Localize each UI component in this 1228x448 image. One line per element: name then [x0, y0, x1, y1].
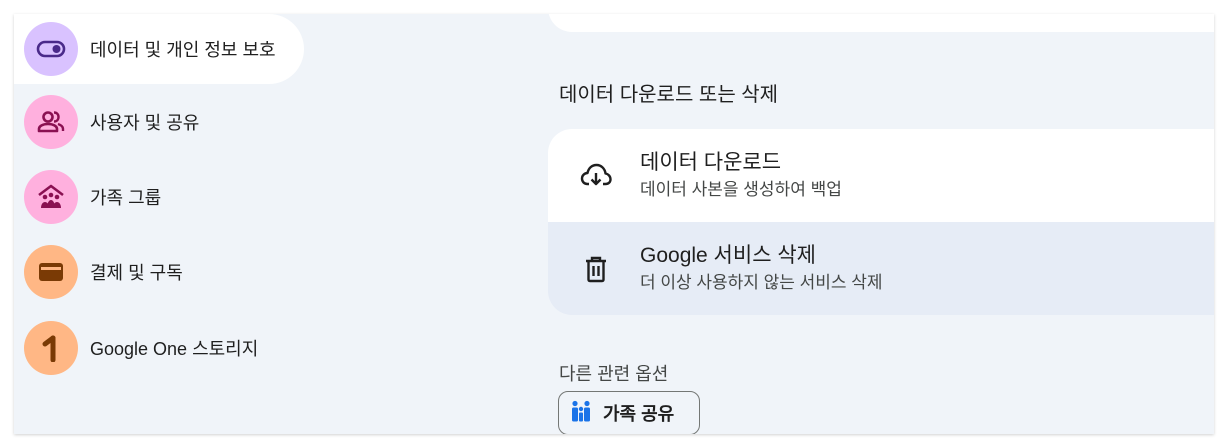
wallet-icon — [24, 245, 78, 299]
sidebar-item-data-privacy[interactable]: 데이터 및 개인 정보 보호 — [14, 14, 304, 84]
related-options-title: 다른 관련 옵션 — [559, 364, 669, 384]
sidebar-item-label: 가족 그룹 — [90, 188, 162, 208]
delete-service-card[interactable]: Google 서비스 삭제 더 이상 사용하지 않는 서비스 삭제 — [548, 222, 1214, 315]
sidebar-item-label: 결제 및 구독 — [90, 263, 183, 283]
sidebar-item-label: Google One 스토리지 — [90, 339, 259, 359]
section-title: 데이터 다운로드 또는 삭제 — [559, 84, 779, 106]
google-one-icon — [24, 321, 78, 375]
chip-label: 가족 공유 — [603, 404, 675, 424]
cloud-download-icon — [578, 158, 614, 194]
family-home-icon — [24, 170, 78, 224]
download-data-card[interactable]: 데이터 다운로드 데이터 사본을 생성하여 백업 — [548, 129, 1214, 222]
sidebar-item-people-sharing[interactable]: 사용자 및 공유 — [14, 87, 199, 157]
family-icon — [569, 400, 593, 427]
sidebar-item-payments-subscriptions[interactable]: 결제 및 구독 — [14, 237, 183, 307]
card-subtitle: 더 이상 사용하지 않는 서비스 삭제 — [640, 272, 883, 292]
sidebar-item-label: 데이터 및 개인 정보 보호 — [90, 40, 276, 60]
toggle-icon — [24, 22, 78, 76]
card-title: Google 서비스 삭제 — [640, 243, 816, 267]
sidebar-item-family-group[interactable]: 가족 그룹 — [14, 162, 161, 232]
trash-icon — [578, 251, 614, 287]
family-sharing-chip[interactable]: 가족 공유 — [558, 391, 700, 434]
card-title: 데이터 다운로드 — [640, 150, 782, 174]
sidebar-item-label: 사용자 및 공유 — [90, 113, 200, 133]
previous-card — [548, 14, 1214, 32]
sidebar-item-google-one-storage[interactable]: Google One 스토리지 — [14, 313, 258, 383]
people-icon — [24, 95, 78, 149]
card-subtitle: 데이터 사본을 생성하여 백업 — [640, 179, 842, 199]
settings-window: 데이터 및 개인 정보 보호 사용자 및 공유 가족 그룹 결제 및 구독 Go… — [14, 14, 1214, 434]
